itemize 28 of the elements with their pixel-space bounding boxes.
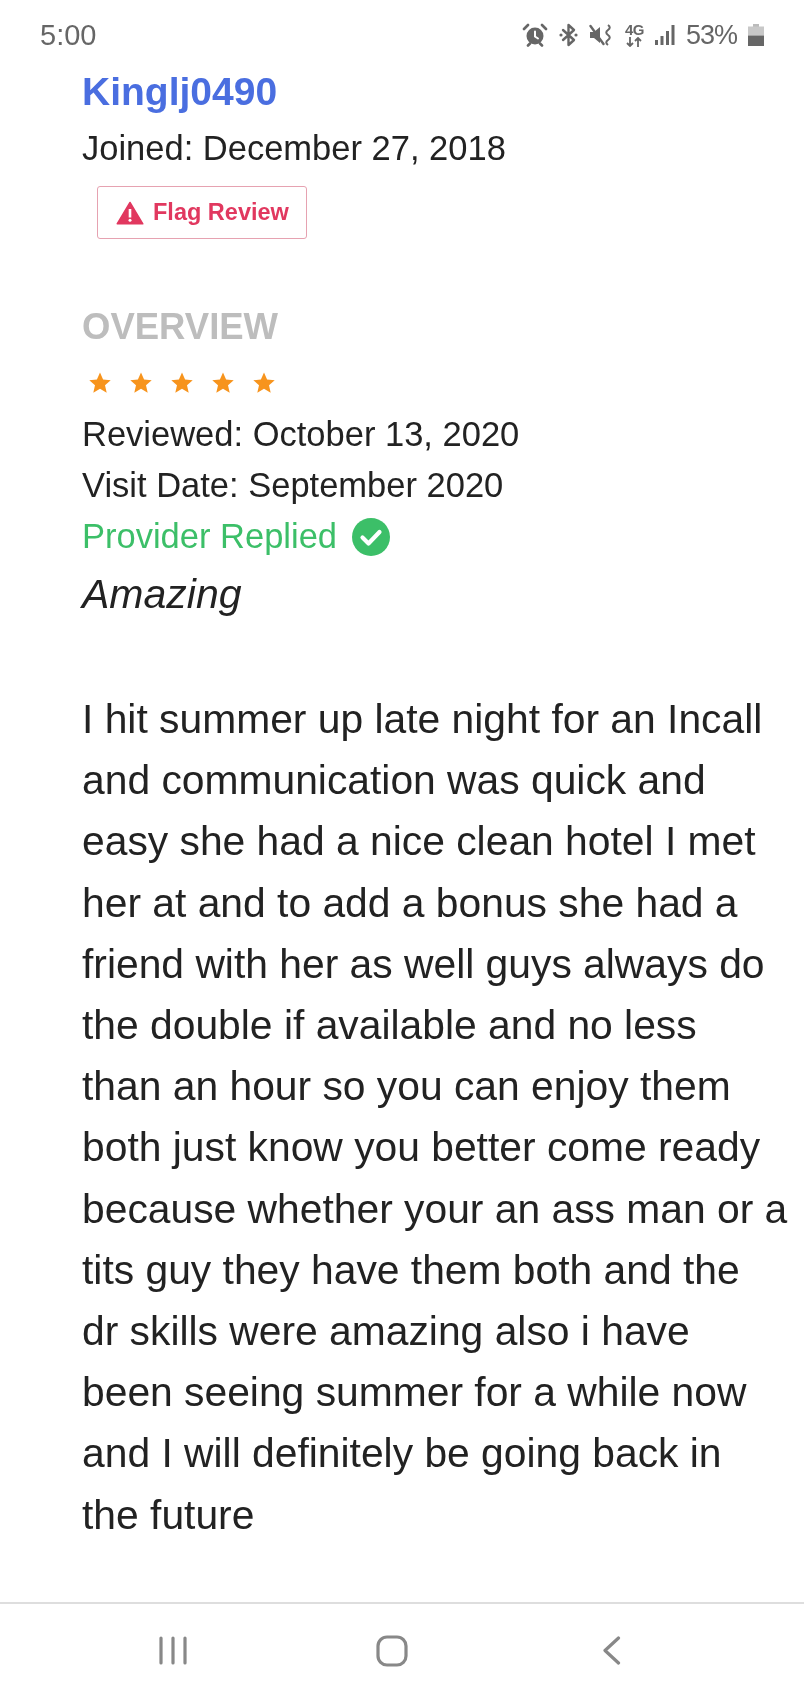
visit-date: Visit Date: September 2020: [82, 465, 504, 506]
star-icon: [170, 372, 194, 395]
flag-review-button[interactable]: Flag Review: [97, 186, 307, 239]
network-type-label: 4G: [624, 23, 644, 36]
battery-icon: [748, 24, 764, 46]
status-time: 5:00: [40, 19, 97, 51]
star-icon: [211, 372, 235, 395]
back-button[interactable]: [601, 1636, 621, 1665]
bluetooth-icon: [558, 23, 578, 47]
reviewed-date: Reviewed: October 13, 2020: [82, 414, 520, 455]
star-icon: [88, 372, 112, 395]
alarm-clock-icon: [521, 23, 548, 47]
signal-bars-icon: [654, 25, 675, 45]
data-arrows-icon: [626, 37, 643, 47]
provider-replied-label: Provider Replied: [82, 516, 338, 557]
section-heading: OVERVIEW: [82, 307, 279, 347]
check-circle-icon: [352, 517, 391, 556]
reviewer-name[interactable]: Kinglj0490: [82, 70, 278, 114]
muted-speaker-icon: [588, 23, 614, 47]
home-button[interactable]: [376, 1634, 408, 1667]
star-icon: [129, 372, 153, 395]
recent-apps-button[interactable]: [159, 1636, 187, 1665]
joined-date: Joined: December 27, 2018: [82, 128, 506, 169]
review-text: I hit summer up late night for an Incall and communication was quick and easy she had a nice clean hotel I met her at and to add a bonus she had a friend with her as well guys always do the double if available and no less than an hour so you can enjoy them both just know you better come ready because whether your an ass man or a tits guy they have them both and the dr skills were amazing also i have been seeing summer for a while now and I will definitely be going back in the future: [82, 695, 789, 1540]
warning-icon: [116, 200, 144, 225]
star-icon: [252, 372, 276, 395]
review-title: Amazing: [82, 570, 242, 618]
battery-percent: 53%: [685, 20, 737, 50]
